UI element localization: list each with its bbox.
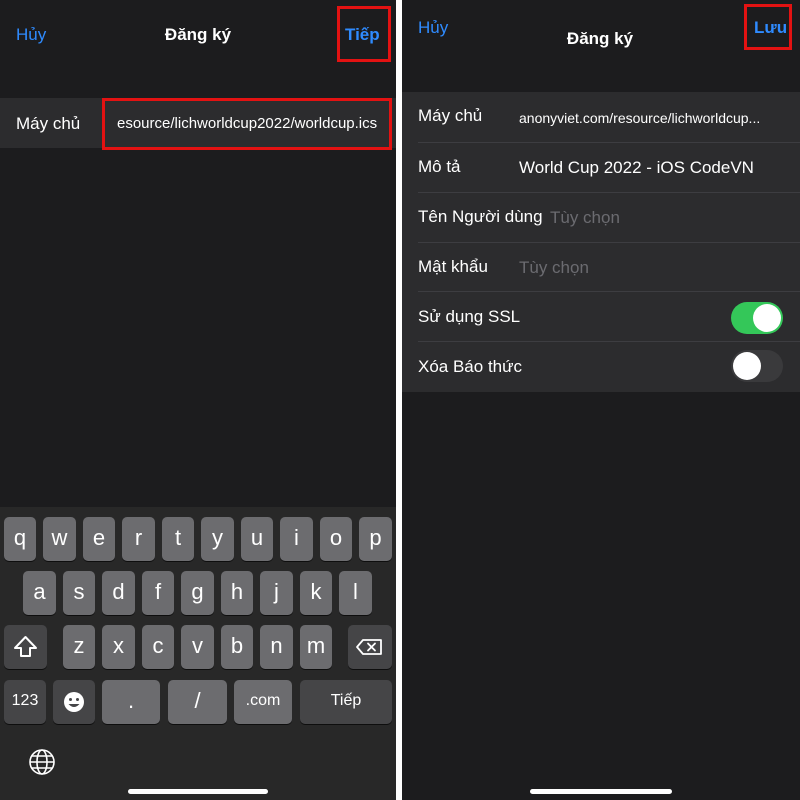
numbers-key[interactable]: 123 xyxy=(4,680,46,724)
password-input[interactable]: Tùy chọn xyxy=(519,258,589,278)
key-c[interactable]: c xyxy=(142,625,174,669)
key-t[interactable]: t xyxy=(162,517,194,561)
remove-alarms-toggle[interactable] xyxy=(731,350,783,382)
key-n[interactable]: n xyxy=(260,625,293,669)
slash-key[interactable]: / xyxy=(168,680,227,724)
key-v[interactable]: v xyxy=(181,625,214,669)
key-u[interactable]: u xyxy=(241,517,273,561)
description-label: Mô tả xyxy=(418,157,461,176)
key-r[interactable]: r xyxy=(122,517,155,561)
left-screen: Hủy Đăng ký Tiếp Máy chủ esource/lichwor… xyxy=(0,0,396,800)
backspace-key[interactable] xyxy=(348,625,392,669)
key-b[interactable]: b xyxy=(221,625,253,669)
key-d[interactable]: d xyxy=(102,571,135,615)
server-label: Máy chủ xyxy=(16,114,81,133)
next-button-highlight xyxy=(337,6,391,62)
home-indicator xyxy=(530,789,672,794)
dotcom-key[interactable]: .com xyxy=(234,680,292,724)
toggle-knob xyxy=(753,304,781,332)
divider xyxy=(418,341,800,342)
page-title: Đăng ký xyxy=(566,29,634,48)
key-l[interactable]: l xyxy=(339,571,372,615)
key-y[interactable]: y xyxy=(201,517,234,561)
key-p[interactable]: p xyxy=(359,517,392,561)
server-input-highlight xyxy=(102,98,392,150)
globe-icon xyxy=(29,749,55,775)
key-i[interactable]: i xyxy=(280,517,313,561)
key-o[interactable]: o xyxy=(320,517,352,561)
page-title: Đăng ký xyxy=(164,25,232,44)
server-value[interactable]: anonyviet.com/resource/lichworldcup... xyxy=(519,110,781,126)
key-z[interactable]: z xyxy=(63,625,95,669)
key-g[interactable]: g xyxy=(181,571,214,615)
key-m[interactable]: m xyxy=(300,625,332,669)
toggle-knob xyxy=(733,352,761,380)
backspace-icon xyxy=(356,639,382,655)
emoji-icon xyxy=(64,692,84,712)
key-q[interactable]: q xyxy=(4,517,36,561)
key-h[interactable]: h xyxy=(221,571,253,615)
username-label: Tên Người dùng xyxy=(418,207,543,226)
server-label: Máy chủ xyxy=(418,106,483,125)
key-k[interactable]: k xyxy=(300,571,332,615)
shift-key[interactable] xyxy=(4,625,47,669)
divider xyxy=(418,242,800,243)
divider xyxy=(418,291,800,292)
divider xyxy=(418,142,800,143)
right-screen: Hủy Đăng ký Lưu Máy chủ anonyviet.com/re… xyxy=(402,0,800,800)
key-f[interactable]: f xyxy=(142,571,174,615)
key-x[interactable]: x xyxy=(102,625,135,669)
keyboard: q w e r t y u i o p a s d f g h j k l z … xyxy=(0,507,396,800)
key-a[interactable]: a xyxy=(23,571,56,615)
dot-key[interactable]: . xyxy=(102,680,160,724)
remove-alarms-label: Xóa Báo thức xyxy=(418,357,523,376)
keyboard-next-key[interactable]: Tiếp xyxy=(300,680,392,724)
password-label: Mật khẩu xyxy=(418,257,488,276)
home-indicator xyxy=(128,789,268,794)
key-w[interactable]: w xyxy=(43,517,76,561)
emoji-key[interactable] xyxy=(53,680,95,724)
shift-icon xyxy=(14,636,37,657)
key-s[interactable]: s xyxy=(63,571,95,615)
cancel-button[interactable]: Hủy xyxy=(418,18,448,38)
cancel-button[interactable]: Hủy xyxy=(16,25,46,45)
divider xyxy=(418,192,800,193)
ssl-toggle[interactable] xyxy=(731,302,783,334)
key-e[interactable]: e xyxy=(83,517,115,561)
ssl-label: Sử dụng SSL xyxy=(418,307,521,326)
key-j[interactable]: j xyxy=(260,571,293,615)
username-input[interactable]: Tùy chọn xyxy=(550,208,620,228)
save-button-highlight xyxy=(744,4,792,50)
description-value[interactable]: World Cup 2022 - iOS CodeVN xyxy=(519,158,789,178)
globe-key[interactable] xyxy=(27,747,57,777)
